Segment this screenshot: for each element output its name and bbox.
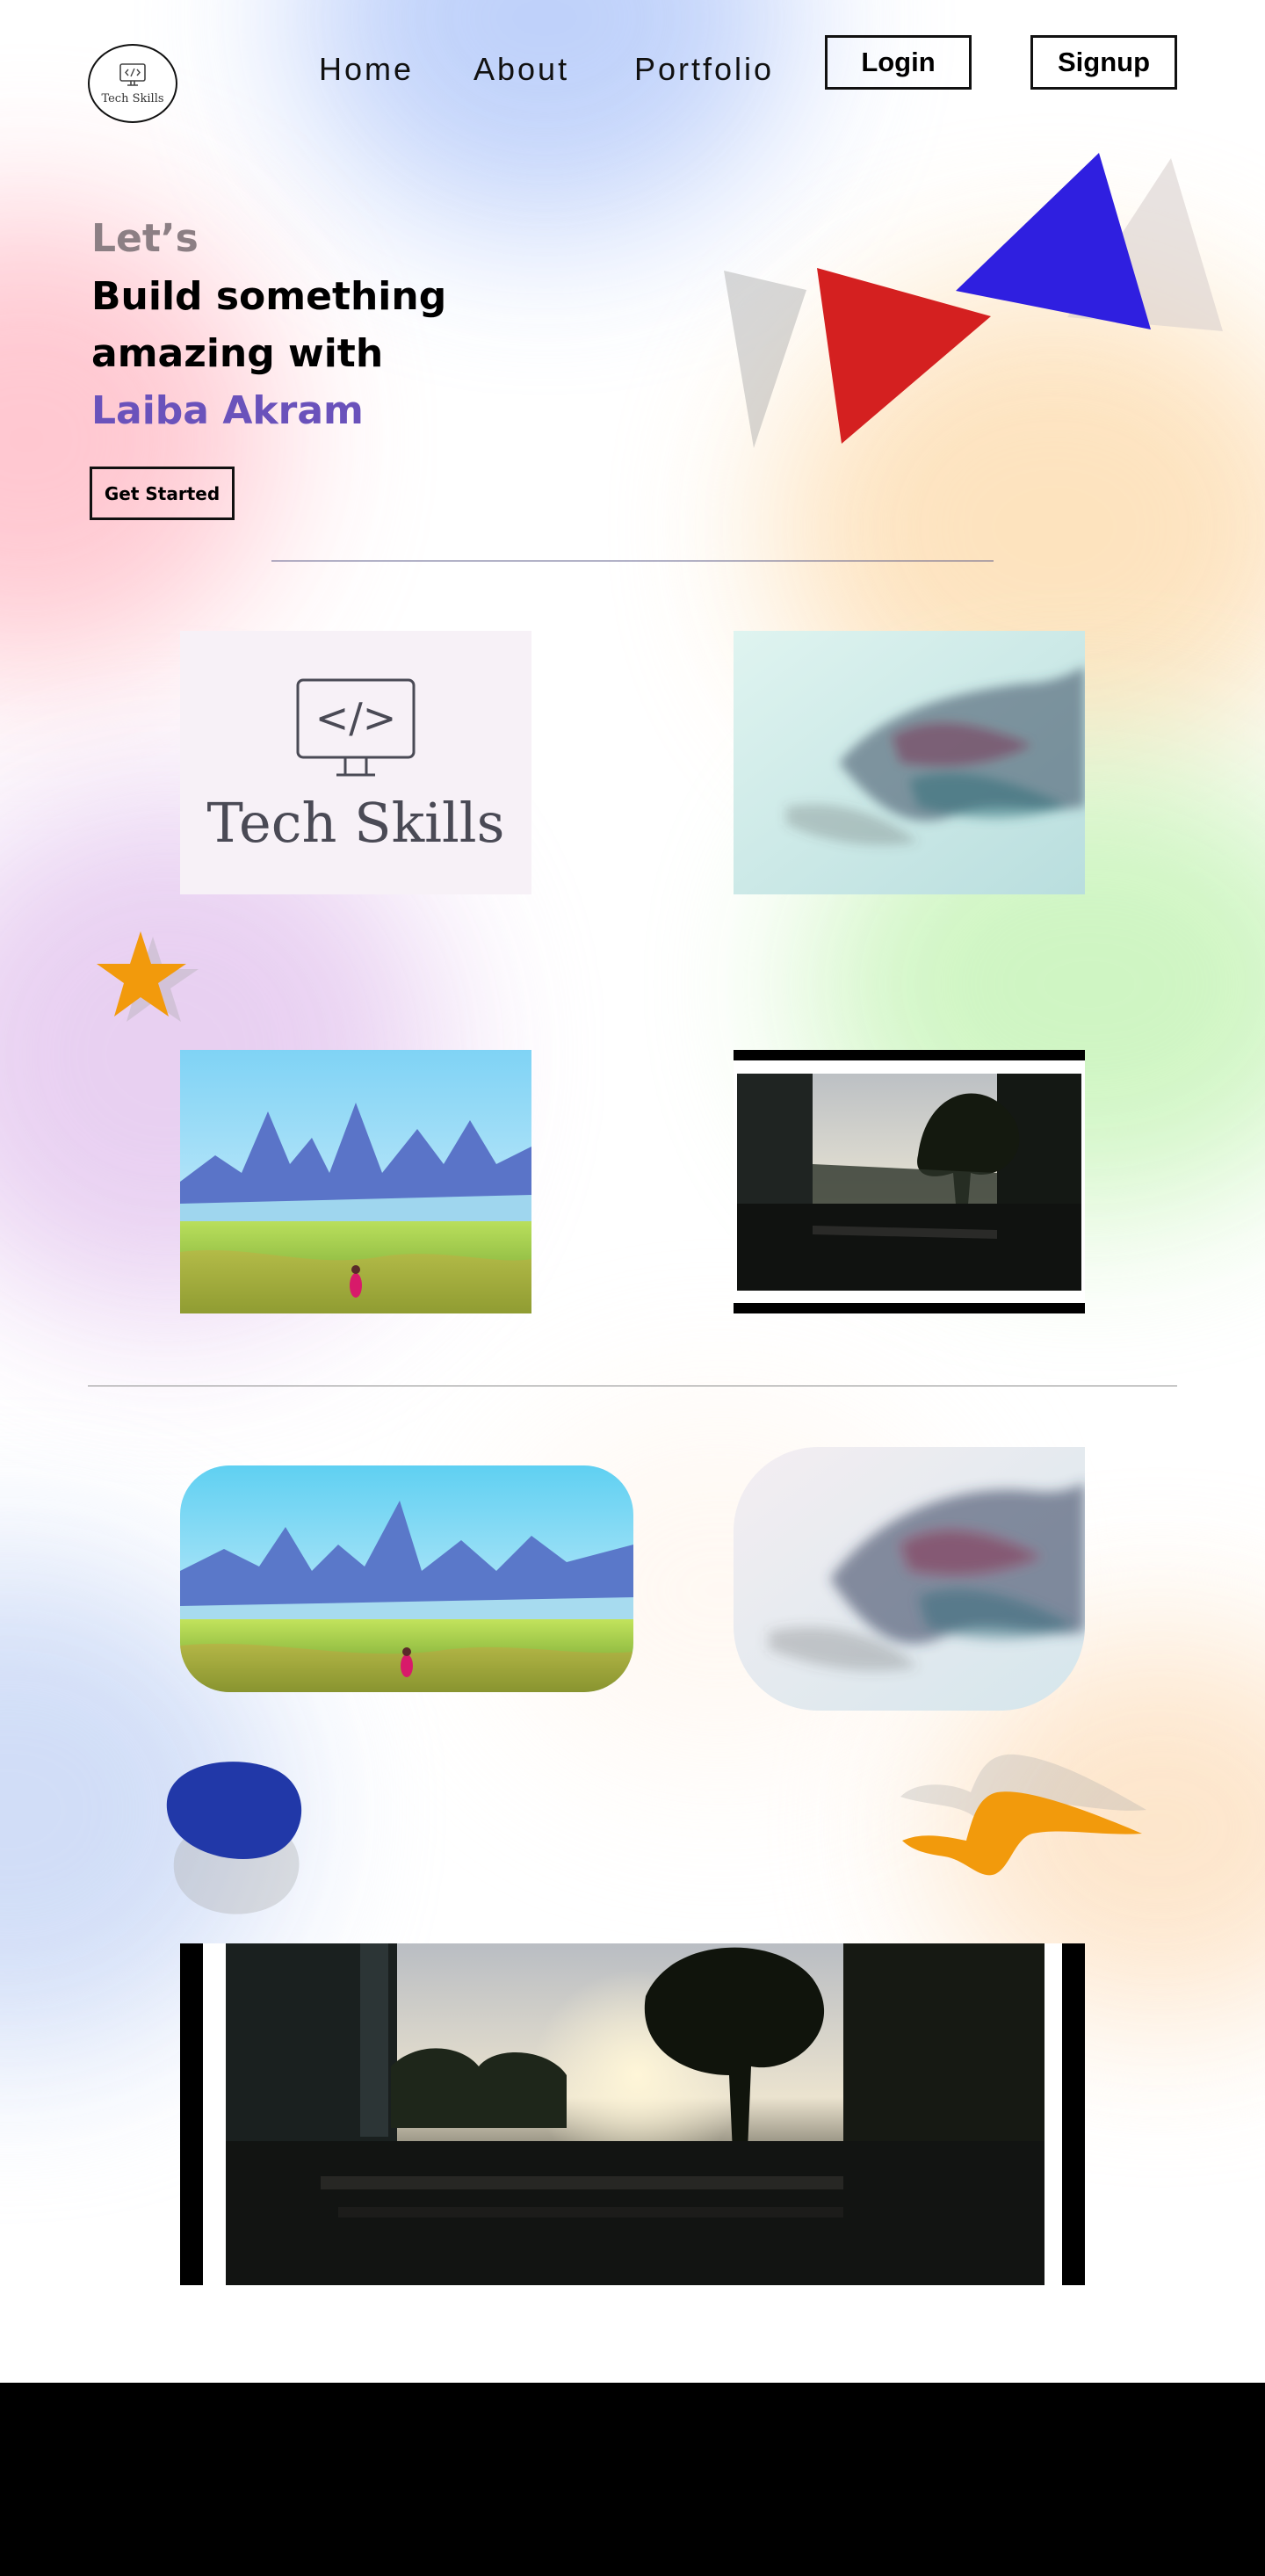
signup-button[interactable]: Signup (1030, 35, 1177, 90)
fantasy-landscape-rounded-image[interactable] (180, 1465, 633, 1692)
red-triangle-shadow (724, 271, 806, 448)
logo-text: Tech Skills (101, 91, 164, 105)
tech-skills-tile[interactable]: </> Tech Skills (180, 631, 531, 894)
red-triangle (817, 268, 991, 444)
code-symbol: </> (314, 694, 397, 742)
brand-logo[interactable]: Tech Skills (88, 44, 177, 123)
orange-squiggle (900, 1754, 1146, 1876)
nav-home-link[interactable]: Home (319, 51, 414, 88)
ink-smoke-rounded-image[interactable] (734, 1447, 1085, 1711)
blue-triangle (956, 153, 1151, 329)
get-started-button[interactable]: Get Started (90, 467, 235, 520)
login-button[interactable]: Login (825, 35, 972, 90)
sunset-courtyard-image[interactable] (734, 1050, 1085, 1313)
hero-greeting: Let’s (91, 216, 199, 261)
blue-blob (166, 1762, 302, 1914)
hero-headline-line2: amazing with (91, 331, 384, 376)
nav-portfolio-link[interactable]: Portfolio (634, 51, 774, 88)
ink-smoke-image[interactable] (734, 631, 1085, 894)
hero-name: Laiba Akram (91, 388, 364, 433)
sunset-courtyard-wide-image[interactable] (180, 1943, 1085, 2285)
nav-about-link[interactable]: About (473, 51, 569, 88)
monitor-code-icon (119, 62, 146, 86)
site-footer (0, 2383, 1265, 2576)
hero-headline-line1: Build something (91, 274, 447, 319)
orange-star (97, 931, 199, 1022)
fantasy-landscape-image[interactable] (180, 1050, 531, 1313)
triangles-decoration (724, 153, 1223, 448)
tile-title: Tech Skills (206, 791, 505, 855)
